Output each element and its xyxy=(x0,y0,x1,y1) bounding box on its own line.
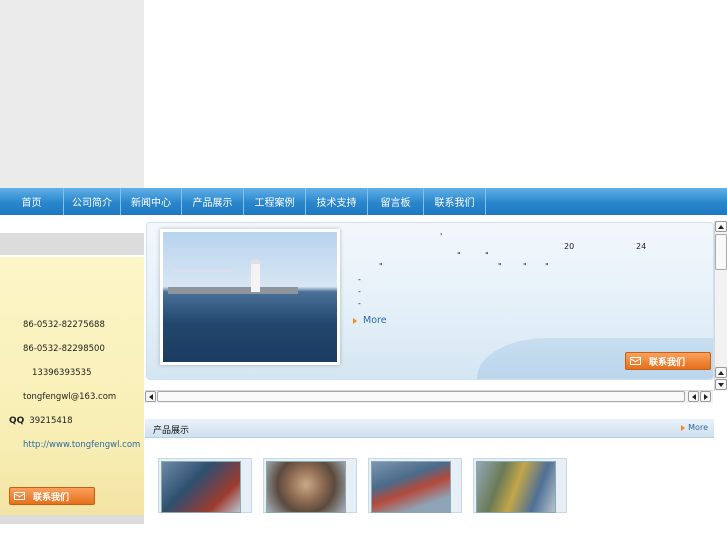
product-thumbnail[interactable] xyxy=(158,458,252,513)
mail-icon xyxy=(630,357,641,365)
arrow-left-icon xyxy=(691,393,696,400)
about-text: " xyxy=(485,251,489,260)
products-title: 产品展示 xyxy=(153,426,190,436)
company-photo xyxy=(160,229,340,365)
more-label: More xyxy=(363,315,387,326)
vertical-scrollbar[interactable] xyxy=(714,221,727,391)
nav-item-about[interactable]: 公司简介 xyxy=(64,188,121,215)
nav-item-label: 公司简介 xyxy=(72,198,112,209)
nav-item-label: 工程案例 xyxy=(254,198,295,209)
arrow-right-icon xyxy=(353,317,357,324)
email-address: tongfengwl@163.com xyxy=(23,392,117,402)
nav-item-label: 新闻中心 xyxy=(131,198,171,209)
phone-2: 86-0532-82298500 xyxy=(23,344,105,354)
lighthouse-photo xyxy=(163,232,337,362)
vertical-scroll-thumb[interactable] xyxy=(715,234,727,270)
horizontal-scroll-thumb[interactable] xyxy=(157,391,685,402)
about-text: 24 xyxy=(636,242,647,251)
more-label: More xyxy=(688,423,708,432)
website-link[interactable]: http://www.tongfengwl.com xyxy=(23,440,140,450)
arrow-right-icon xyxy=(703,393,708,400)
about-text: - xyxy=(358,299,361,308)
contact-button-label: 联系我们 xyxy=(33,492,70,503)
nav-item-support[interactable]: 技术支持 xyxy=(306,188,368,215)
about-text: " xyxy=(379,262,383,271)
product-image xyxy=(476,461,556,513)
products-more-link[interactable]: More xyxy=(681,423,708,432)
sidebar-footer xyxy=(0,515,144,524)
product-thumbnail[interactable] xyxy=(473,458,567,513)
scroll-up-button-lower[interactable] xyxy=(715,367,727,378)
sidebar-contact-button[interactable]: 联系我们 xyxy=(9,487,95,505)
about-panel: ' 20 24 " " " " " " - - - More 联系我们 xyxy=(146,222,714,380)
about-text: " xyxy=(545,262,549,271)
phone-1: 86-0532-82275688 xyxy=(23,320,105,330)
lighthouse xyxy=(251,264,260,292)
about-text: " xyxy=(498,262,502,271)
nav-item-label: 联系我们 xyxy=(434,198,475,209)
nav-item-products[interactable]: 产品展示 xyxy=(182,188,244,215)
contact-sidebar: 86-0532-82275688 86-0532-82298500 133963… xyxy=(0,257,144,515)
nav-item-label: 技术支持 xyxy=(316,198,357,209)
arrow-left-icon xyxy=(148,393,153,400)
nav-item-guestbook[interactable]: 留言板 xyxy=(368,188,424,215)
nav-item-label: 产品展示 xyxy=(192,198,233,209)
main-nav: 首页 公司简介 新闻中心 产品展示 工程案例 技术支持 留言板 联系我们 xyxy=(0,188,727,215)
about-text: - xyxy=(358,287,361,296)
contact-button-label: 联系我们 xyxy=(649,357,686,368)
arrow-right-icon xyxy=(681,424,686,431)
horizontal-scrollbar[interactable] xyxy=(145,390,713,403)
product-thumbnail[interactable] xyxy=(263,458,357,513)
product-image xyxy=(266,461,346,513)
scroll-right-button[interactable] xyxy=(700,391,711,402)
arrow-up-icon xyxy=(718,224,724,229)
about-contact-button[interactable]: 联系我们 xyxy=(625,352,711,370)
about-text: 20 xyxy=(564,242,575,251)
sidebar-header xyxy=(0,233,144,255)
qq-line: QQ 39215418 xyxy=(9,416,73,426)
about-text: " xyxy=(523,262,527,271)
page: 首页 公司简介 新闻中心 产品展示 工程案例 技术支持 留言板 联系我们 86-… xyxy=(0,0,727,545)
qq-label: QQ xyxy=(9,416,25,426)
qq-number: 39215418 xyxy=(29,416,73,426)
about-text: " xyxy=(457,251,461,260)
crane-structure xyxy=(173,270,233,288)
scroll-left-button[interactable] xyxy=(145,391,156,402)
about-text: ' xyxy=(440,232,443,241)
mobile-number: 13396393535 xyxy=(32,368,92,378)
arrow-down-icon xyxy=(718,382,724,387)
pier xyxy=(168,287,298,294)
about-more-link[interactable]: More xyxy=(353,315,387,326)
product-image xyxy=(371,461,451,513)
arrow-up-icon xyxy=(718,370,724,375)
product-image xyxy=(161,461,241,513)
mail-icon xyxy=(14,492,25,500)
product-thumbnail[interactable] xyxy=(368,458,462,513)
nav-item-label: 首页 xyxy=(21,198,42,209)
nav-item-cases[interactable]: 工程案例 xyxy=(244,188,306,215)
about-text: - xyxy=(358,275,361,284)
scroll-left-button-right[interactable] xyxy=(688,391,699,402)
left-rail xyxy=(0,0,144,188)
scroll-down-button[interactable] xyxy=(715,379,727,390)
scroll-up-button[interactable] xyxy=(715,221,727,232)
nav-item-news[interactable]: 新闻中心 xyxy=(121,188,182,215)
nav-item-label: 留言板 xyxy=(380,198,411,209)
products-section-header: 产品展示 More xyxy=(145,419,714,438)
nav-item-contact[interactable]: 联系我们 xyxy=(424,188,486,215)
nav-item-home[interactable]: 首页 xyxy=(0,188,64,215)
